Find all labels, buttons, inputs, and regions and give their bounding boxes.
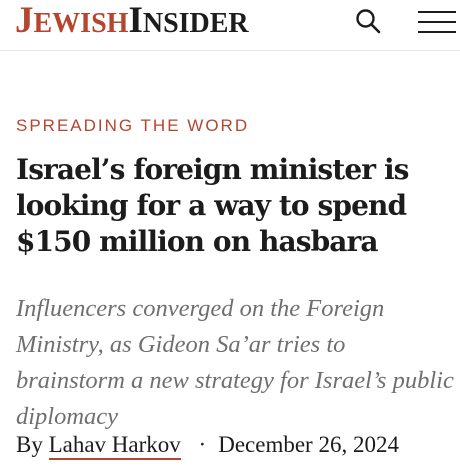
article-byline: By Lahav Harkov · December 26, 2024 (16, 432, 399, 460)
site-logo[interactable]: J EWISH I NSIDER (15, 0, 249, 42)
site-header: J EWISH I NSIDER (0, 0, 460, 51)
article-headline: Israel’s foreign minister is looking for… (16, 153, 409, 258)
article-dek: Influencers converged on the Foreign Min… (16, 295, 454, 430)
logo-initial-i: I (128, 0, 143, 41)
author-link[interactable]: Lahav Harkov (48, 432, 181, 460)
hamburger-menu-icon[interactable] (417, 9, 457, 35)
logo-word-insider: NSIDER (142, 8, 249, 39)
logo-word-jewish: EWISH (33, 8, 129, 39)
publish-date: December 26, 2024 (218, 432, 399, 457)
logo-initial-j: J (15, 0, 34, 41)
article-kicker[interactable]: SPREADING THE WORD (16, 116, 249, 136)
byline-prefix: By (16, 432, 43, 457)
byline-separator: · (198, 432, 207, 457)
search-icon[interactable] (355, 8, 381, 34)
